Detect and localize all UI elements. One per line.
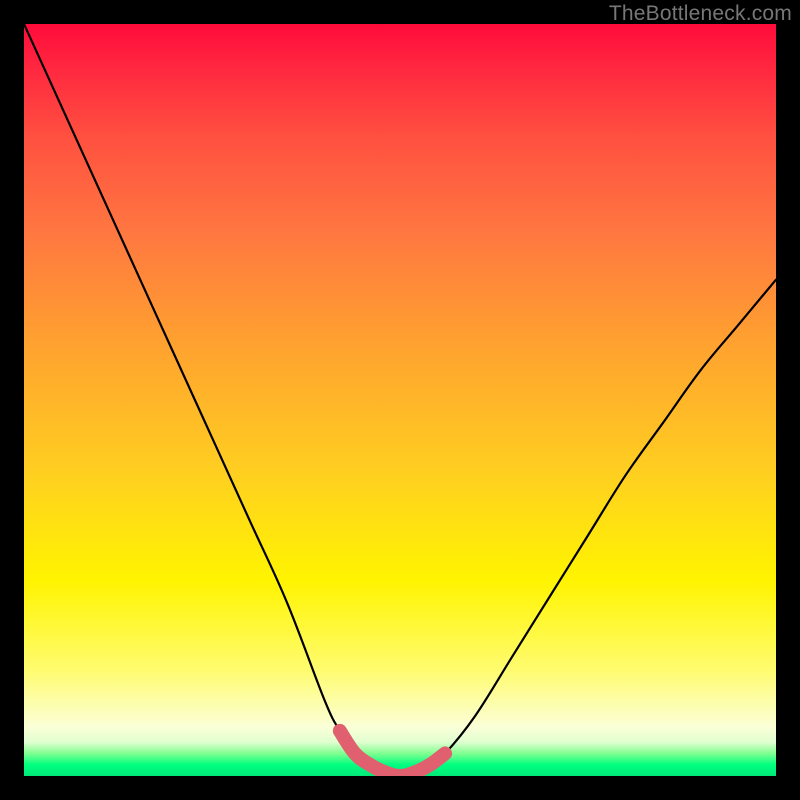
bottleneck-curve-line [24,24,776,776]
optimal-zone-marker-line [340,731,445,776]
chart-overlay-svg [24,24,776,776]
watermark-text: TheBottleneck.com [609,2,792,26]
gradient-plot-area [24,24,776,776]
